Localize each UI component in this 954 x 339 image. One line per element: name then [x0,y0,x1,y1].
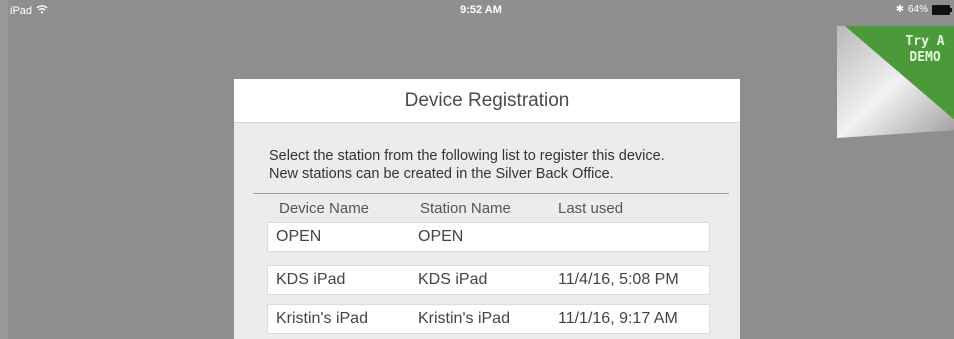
battery-icon [932,4,952,15]
instruction-line-1: Select the station from the following li… [269,148,665,164]
status-right: ✱ 64% [895,4,952,15]
station-name-cell: KDS iPad [418,271,488,288]
device-name-cell: KDS iPad [276,271,346,288]
table-row[interactable]: KDS iPad KDS iPad 11/4/16, 5:08 PM [267,265,710,295]
ipad-screen: iPad 9:52 AM ✱ 64% Try A DEMO Device Reg… [8,0,954,339]
demo-line-2: DEMO [909,50,941,65]
try-demo-badge[interactable]: Try A DEMO [837,26,954,138]
table-row[interactable]: Kristin's iPad Kristin's iPad 11/1/16, 9… [267,304,710,334]
demo-text: Try A DEMO [895,34,954,66]
bluetooth-icon: ✱ [895,4,904,15]
instructions: Select the station from the following li… [269,147,739,183]
device-name-cell: OPEN [276,228,322,245]
device-name-cell: Kristin's iPad [276,310,368,327]
last-used-cell: 11/4/16, 5:08 PM [558,271,679,288]
dialog-header: Device Registration [234,79,740,123]
station-name-cell: Kristin's iPad [418,310,510,327]
instruction-line-2: New stations can be created in the Silve… [269,166,614,182]
last-used-cell: 11/1/16, 9:17 AM [558,310,678,327]
divider [253,193,729,194]
column-header-station-name: Station Name [420,200,511,217]
table-header: Device Name Station Name Last used [269,200,714,220]
demo-line-1: Try A [905,34,945,49]
station-name-cell: OPEN [418,228,464,245]
dialog-title: Device Registration [404,89,570,111]
device-registration-dialog: Device Registration Select the station f… [234,79,740,339]
column-header-last-used: Last used [558,200,624,217]
battery-percent: 64% [907,4,928,15]
status-bar: iPad 9:52 AM ✱ 64% [8,0,954,20]
status-time: 9:52 AM [460,4,502,16]
table-row[interactable]: OPEN OPEN [267,222,710,252]
column-header-device-name: Device Name [279,200,370,217]
